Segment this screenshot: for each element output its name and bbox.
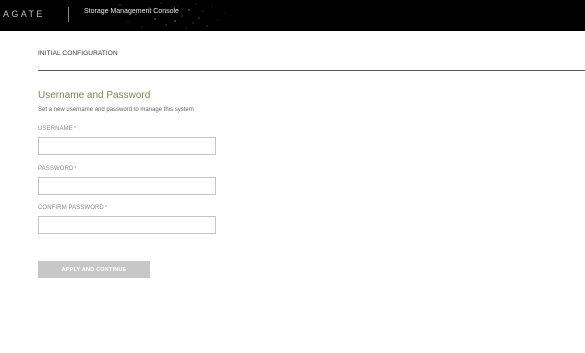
username-input[interactable] [38,137,216,155]
apply-and-continue-button[interactable]: APPLY AND CONTINUE [38,261,150,278]
section-divider [38,70,585,71]
app-title: Storage Management Console [84,8,179,15]
form-title: Username and Password [38,90,151,101]
top-header-bar: AGATE Storage Management Console [0,0,585,31]
confirm-password-label: CONFIRM PASSWORD* [38,205,107,211]
password-label-text: PASSWORD [38,166,74,172]
required-marker: * [104,205,107,211]
password-label: PASSWORD* [38,166,76,172]
required-marker: * [74,166,77,172]
confirm-password-input[interactable] [38,216,216,234]
header-divider [68,7,69,22]
starfield-background [119,2,234,29]
form-description: Set a new username and password to manag… [38,107,194,113]
username-label: USERNAME* [38,126,76,132]
required-marker: * [73,126,76,132]
brand-logo-text: AGATE [3,9,45,19]
section-title: INITIAL CONFIGURATION [38,50,118,57]
password-input[interactable] [38,177,216,195]
confirm-password-label-text: CONFIRM PASSWORD [38,205,104,211]
username-label-text: USERNAME [38,126,73,132]
